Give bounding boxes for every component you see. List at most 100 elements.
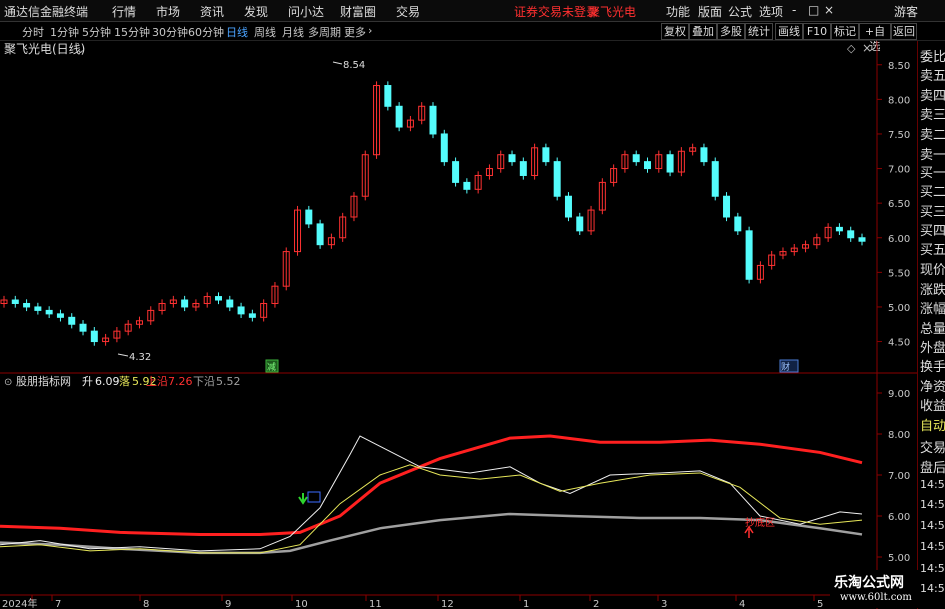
- minimize-button[interactable]: -: [792, 3, 796, 17]
- period-tab[interactable]: 15分钟: [114, 24, 150, 40]
- side-panel-label: 买三: [920, 205, 945, 220]
- multi-stock-button[interactable]: 多股: [717, 23, 745, 40]
- y-tick-label: 8.00: [888, 95, 910, 106]
- candle-body: [384, 85, 392, 107]
- x-tick-label: 7: [55, 599, 61, 609]
- close-button[interactable]: ×: [824, 3, 834, 17]
- mark-button[interactable]: 标记: [831, 23, 859, 40]
- side-panel-label: 14:56: [920, 478, 945, 491]
- period-tab-more[interactable]: 更多: [344, 24, 366, 40]
- ind-tick-label: 8.00: [888, 430, 910, 441]
- restore-rights-button[interactable]: 复权: [661, 23, 689, 40]
- x-tick-label: 5: [817, 599, 823, 609]
- add-watchlist-button[interactable]: +自选: [859, 23, 891, 53]
- menu-item-wealth-circle[interactable]: 财富圈: [340, 3, 376, 20]
- user-label[interactable]: 游客: [894, 3, 918, 20]
- app-title: 通达信金融终端: [4, 5, 89, 19]
- ind-tick-label: 5.00: [888, 553, 910, 564]
- candle-body: [463, 181, 471, 190]
- maximize-button[interactable]: □: [808, 3, 819, 17]
- side-panel-label: 14:56: [920, 562, 945, 575]
- y-tick-label: 7.50: [888, 130, 910, 141]
- ind-tick-label: 6.00: [888, 512, 910, 523]
- x-tick-label: 1: [523, 599, 529, 609]
- candle-body: [305, 209, 313, 225]
- indicator-menu-icon[interactable]: ⊙: [4, 377, 12, 388]
- indicator-upper-label: 上沿: [146, 375, 168, 388]
- candle-body: [79, 323, 87, 332]
- x-tick-label: 2: [593, 599, 599, 609]
- login-notice[interactable]: 证券交易未登录: [514, 3, 598, 20]
- reduce-marker-label: 减: [267, 361, 276, 373]
- indicator-lower-value: 5.52: [216, 375, 241, 388]
- candle-body: [316, 223, 324, 246]
- period-tab[interactable]: 60分钟: [188, 24, 224, 40]
- period-tab[interactable]: 1分钟: [50, 24, 79, 40]
- statistics-button[interactable]: 统计: [745, 23, 773, 40]
- menu-item-trade[interactable]: 交易: [396, 3, 420, 20]
- candle-body: [711, 161, 719, 197]
- x-tick-label: 4: [739, 599, 745, 609]
- menu-item-function[interactable]: 功能: [666, 3, 690, 20]
- menu-bar: 通达信金融终端 行情 市场 资讯 发现 问小达 财富圈 交易 证券交易未登录 聚…: [0, 0, 945, 22]
- x-tick-label: 12: [441, 599, 454, 609]
- side-panel-label: 盘后: [920, 461, 945, 476]
- period-tab[interactable]: 多周期: [308, 24, 341, 40]
- x-tick-label: 2024年: [2, 597, 37, 609]
- period-tab[interactable]: 分时: [22, 24, 44, 40]
- menu-item-market[interactable]: 行情: [112, 3, 136, 20]
- side-panel-label: 换手: [920, 360, 945, 375]
- chevron-right-icon[interactable]: ›: [368, 24, 372, 37]
- candlestick-series: [0, 81, 866, 346]
- x-tick-label: 3: [661, 599, 667, 609]
- side-panel-label: 交易: [920, 441, 945, 456]
- diamond-icon[interactable]: ◇: [847, 42, 856, 55]
- period-tab[interactable]: 30分钟: [152, 24, 188, 40]
- x-axis: 2024年 7 8 9 10 11 12 1 2 3 4 5: [2, 595, 823, 609]
- candle-body: [23, 302, 31, 308]
- candle-body: [553, 161, 561, 197]
- y-tick-label: 6.50: [888, 199, 910, 210]
- candle-body: [248, 313, 256, 318]
- side-panel-label: 买四: [920, 224, 945, 239]
- indicator-up-value: 6.09: [95, 375, 120, 388]
- ind-tick-label: 9.00: [888, 389, 910, 400]
- candle-body: [90, 330, 98, 343]
- menu-item-options[interactable]: 选项: [759, 3, 783, 20]
- menu-item-layout[interactable]: 版面: [698, 3, 722, 20]
- candle-body: [68, 316, 76, 325]
- y-tick-label: 4.50: [888, 338, 910, 349]
- signal-box-icon: [307, 491, 321, 503]
- draw-line-button[interactable]: 画线: [775, 23, 803, 40]
- candle-body: [734, 216, 742, 232]
- menu-item-markets[interactable]: 市场: [156, 3, 180, 20]
- candle-body: [11, 299, 19, 304]
- close-chart-icon[interactable]: ×: [862, 41, 872, 55]
- overlay-button[interactable]: 叠加: [689, 23, 717, 40]
- indicator-lines: [0, 434, 863, 555]
- menu-item-ask[interactable]: 问小达: [288, 3, 324, 20]
- side-panel-label: 涨幅: [920, 302, 945, 317]
- indicator-down-label: 落: [119, 375, 130, 388]
- f10-button[interactable]: F10: [803, 23, 831, 40]
- watermark-url: www.60lt.com: [840, 592, 912, 603]
- period-tab[interactable]: 5分钟: [82, 24, 111, 40]
- candle-body: [508, 154, 516, 163]
- period-tab[interactable]: 周线: [254, 24, 276, 40]
- period-tab-active[interactable]: 日线: [226, 24, 248, 40]
- period-tab[interactable]: 月线: [282, 24, 304, 40]
- side-panel-label: 自动: [920, 419, 945, 434]
- back-button[interactable]: 返回: [891, 23, 917, 40]
- chevron-down-icon[interactable]: ⌄: [76, 43, 85, 56]
- menu-item-discover[interactable]: 发现: [244, 3, 268, 20]
- indicator-y-axis: 9.00 8.00 7.00 6.00 5.00: [877, 389, 910, 564]
- side-panel-label: 14:56: [920, 540, 945, 553]
- candle-body: [45, 309, 53, 315]
- candle-body: [452, 161, 460, 183]
- chart-area[interactable]: 8.50 8.00 7.50 7.00 6.50 6.00 5.50 5.00 4.50 9.0…: [0, 41, 917, 609]
- x-tick-label: 8: [143, 599, 149, 609]
- y-tick-label: 6.00: [888, 234, 910, 245]
- menu-item-formula[interactable]: 公式: [728, 3, 752, 20]
- candle-body: [666, 154, 674, 173]
- menu-item-news[interactable]: 资讯: [200, 3, 224, 20]
